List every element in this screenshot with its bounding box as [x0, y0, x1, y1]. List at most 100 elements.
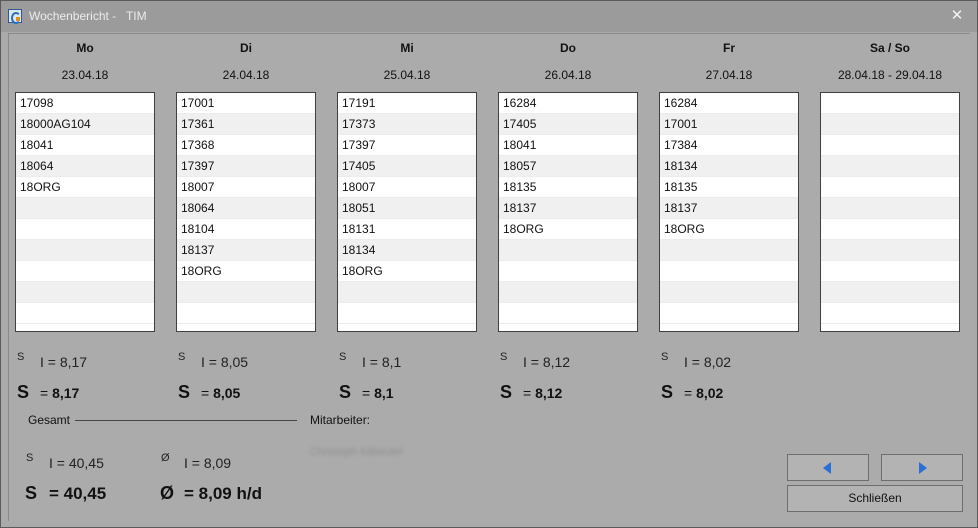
list-item[interactable]: 18057: [499, 156, 637, 177]
sum-symbol-big: S: [500, 382, 513, 402]
list-item[interactable]: 17001: [177, 93, 315, 114]
list-item[interactable]: 18104: [177, 219, 315, 240]
list-item[interactable]: 17001: [660, 114, 798, 135]
list-item[interactable]: 18051: [338, 198, 476, 219]
list-item[interactable]: [660, 282, 798, 303]
sum-symbol-big: S: [661, 382, 674, 402]
list-item[interactable]: 18064: [177, 198, 315, 219]
list-item[interactable]: 17397: [338, 135, 476, 156]
close-icon[interactable]: ✕: [947, 6, 967, 26]
list-item[interactable]: [16, 282, 154, 303]
list-item[interactable]: [499, 240, 637, 261]
list-item[interactable]: 18ORG: [177, 261, 315, 282]
day-date: 24.04.18: [222, 68, 270, 82]
project-list[interactable]: 16284 17001 17384 18134 18135 18137 18ORG: [659, 92, 799, 332]
sum-value: I = 8,02: [684, 354, 732, 370]
day-name: Di: [240, 41, 252, 55]
list-item[interactable]: [821, 240, 959, 261]
list-item[interactable]: 17384: [660, 135, 798, 156]
list-item[interactable]: 18137: [660, 198, 798, 219]
list-item[interactable]: [821, 282, 959, 303]
list-item[interactable]: [821, 114, 959, 135]
list-item[interactable]: 18134: [660, 156, 798, 177]
list-item[interactable]: [821, 93, 959, 114]
list-item[interactable]: [16, 198, 154, 219]
list-item[interactable]: 17361: [177, 114, 315, 135]
average-value-big: = 8,09 h/d: [184, 484, 262, 503]
sum-value-big: = 8,05: [201, 385, 240, 401]
list-item[interactable]: [821, 156, 959, 177]
list-item[interactable]: [16, 219, 154, 240]
next-week-button[interactable]: [881, 454, 963, 481]
list-item[interactable]: 18ORG: [499, 219, 637, 240]
list-item[interactable]: 18131: [338, 219, 476, 240]
list-item[interactable]: 18137: [177, 240, 315, 261]
sum-number: 8,12: [535, 385, 563, 401]
gesamt-divider: [75, 420, 297, 421]
list-item[interactable]: 18ORG: [16, 177, 154, 198]
average-value: I = 8,09: [184, 455, 232, 471]
list-item[interactable]: 18041: [499, 135, 637, 156]
average-symbol-big: Ø: [160, 483, 175, 503]
total-sum-value: I = 40,45: [49, 455, 104, 471]
list-item[interactable]: [499, 261, 637, 282]
list-item[interactable]: 18007: [338, 177, 476, 198]
list-item[interactable]: [16, 261, 154, 282]
day-date: 23.04.18: [61, 68, 109, 82]
project-list[interactable]: [820, 92, 960, 332]
project-list[interactable]: 17191 17373 17397 17405 18007 18051 18131 18134…: [337, 92, 477, 332]
project-list[interactable]: 16284 17405 18041 18057 18135 18137 18ORG: [498, 92, 638, 332]
list-item[interactable]: [338, 282, 476, 303]
list-item[interactable]: 16284: [499, 93, 637, 114]
list-item[interactable]: [821, 198, 959, 219]
list-item[interactable]: [660, 261, 798, 282]
list-item[interactable]: 17405: [499, 114, 637, 135]
list-item[interactable]: [499, 282, 637, 303]
list-item[interactable]: 18135: [660, 177, 798, 198]
mitarbeiter-label: Mitarbeiter:: [310, 413, 371, 427]
sum-value-big: = 8,12: [523, 385, 562, 401]
title-bar[interactable]: Wochenbericht - TIM ✕: [1, 1, 977, 32]
list-item[interactable]: 17098: [16, 93, 154, 114]
list-item[interactable]: 17368: [177, 135, 315, 156]
project-list[interactable]: 17098 18000AG104 18041 18064 18ORG: [15, 92, 155, 332]
list-item[interactable]: 17405: [338, 156, 476, 177]
list-item[interactable]: 18134: [338, 240, 476, 261]
list-item[interactable]: [16, 240, 154, 261]
list-item[interactable]: 18ORG: [338, 261, 476, 282]
list-item[interactable]: [177, 303, 315, 324]
previous-week-button[interactable]: [787, 454, 869, 481]
gesamt-label: Gesamt: [28, 413, 71, 427]
list-item[interactable]: [821, 177, 959, 198]
list-item[interactable]: 18007: [177, 177, 315, 198]
list-item[interactable]: [821, 303, 959, 324]
list-item[interactable]: [821, 219, 959, 240]
list-item[interactable]: 17191: [338, 93, 476, 114]
list-item[interactable]: [177, 282, 315, 303]
sum-symbol: S: [500, 351, 508, 363]
list-item[interactable]: [660, 240, 798, 261]
list-item[interactable]: 18000AG104: [16, 114, 154, 135]
sum-value: I = 8,12: [523, 354, 571, 370]
window: Wochenbericht - TIM ✕ Mo 23.04.18 17098 180…: [0, 0, 978, 528]
list-item[interactable]: [821, 261, 959, 282]
sum-symbol-big: S: [178, 382, 191, 402]
list-item[interactable]: 18ORG: [660, 219, 798, 240]
list-item[interactable]: [821, 135, 959, 156]
list-item[interactable]: 17373: [338, 114, 476, 135]
sum-equals: =: [40, 385, 53, 401]
close-button[interactable]: Schließen: [787, 485, 963, 512]
list-item[interactable]: [499, 303, 637, 324]
list-item[interactable]: [338, 303, 476, 324]
project-list[interactable]: 17001 17361 17368 17397 18007 18064 18104 18137…: [176, 92, 316, 332]
list-item[interactable]: 18064: [16, 156, 154, 177]
list-item[interactable]: 17397: [177, 156, 315, 177]
list-item[interactable]: 18041: [16, 135, 154, 156]
list-item[interactable]: 18135: [499, 177, 637, 198]
list-item[interactable]: [16, 303, 154, 324]
sum-value: I = 8,1: [362, 354, 402, 370]
sum-number: 8,17: [52, 385, 80, 401]
list-item[interactable]: [660, 303, 798, 324]
list-item[interactable]: 16284: [660, 93, 798, 114]
list-item[interactable]: 18137: [499, 198, 637, 219]
